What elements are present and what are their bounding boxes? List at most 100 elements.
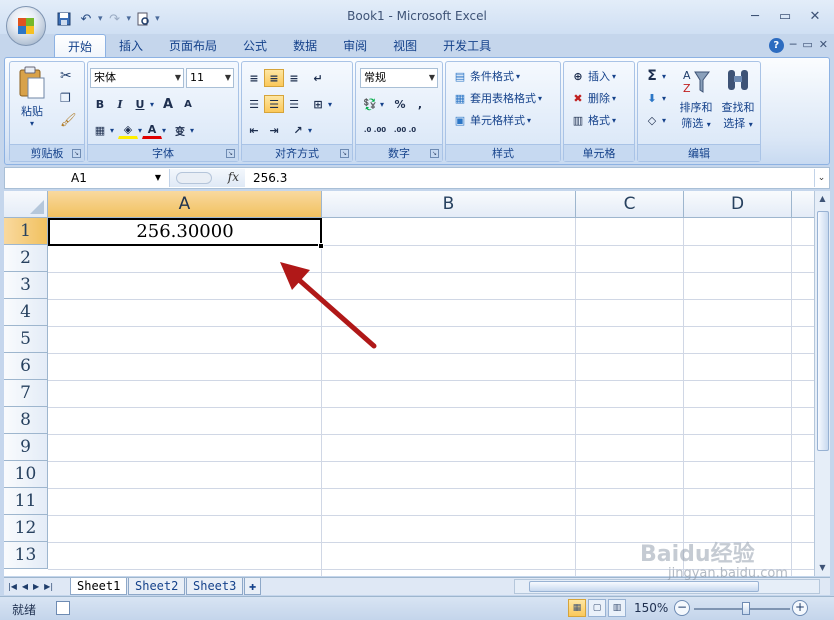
tab-home[interactable]: 开始 bbox=[54, 34, 107, 58]
row-header-4[interactable]: 4 bbox=[4, 299, 48, 326]
align-center-icon[interactable]: ☰ bbox=[264, 95, 284, 113]
tab-insert[interactable]: 插入 bbox=[106, 34, 156, 58]
grow-font-button[interactable]: A bbox=[158, 95, 178, 113]
bold-button[interactable]: B bbox=[90, 95, 110, 113]
copy-button[interactable]: ❐ bbox=[60, 88, 71, 108]
page-break-view-icon[interactable]: ▥ bbox=[608, 599, 626, 617]
font-launcher-icon[interactable]: ↘ bbox=[226, 149, 235, 158]
border-dropdown-icon[interactable]: ▾ bbox=[110, 126, 114, 135]
column-header-a[interactable]: A bbox=[48, 191, 322, 218]
scroll-down-icon[interactable]: ▼ bbox=[815, 560, 830, 576]
row-header-11[interactable]: 11 bbox=[4, 488, 48, 515]
number-launcher-icon[interactable]: ↘ bbox=[430, 149, 439, 158]
formula-splitter[interactable] bbox=[176, 172, 212, 184]
align-right-icon[interactable]: ☰ bbox=[284, 95, 304, 113]
underline-dropdown-icon[interactable]: ▾ bbox=[150, 100, 154, 109]
find-select-button[interactable]: 查找和 选择 ▾ bbox=[718, 66, 758, 131]
ribbon-restore-icon[interactable]: ▭ bbox=[802, 38, 812, 53]
autosum-button[interactable]: Σ ▾ bbox=[642, 66, 666, 86]
macro-record-icon[interactable] bbox=[56, 601, 70, 615]
row-header-7[interactable]: 7 bbox=[4, 380, 48, 407]
align-bottom-icon[interactable]: ≡ bbox=[284, 69, 304, 87]
row-header-13[interactable]: 13 bbox=[4, 542, 48, 569]
merge-dropdown-icon[interactable]: ▾ bbox=[328, 100, 332, 109]
cell-a1[interactable]: 256.30000 bbox=[48, 218, 322, 246]
zoom-out-button[interactable]: − bbox=[674, 600, 690, 616]
next-sheet-icon[interactable]: ▶ bbox=[33, 579, 39, 594]
tab-data[interactable]: 数据 bbox=[280, 34, 330, 58]
increase-decimal-icon[interactable]: .0 .00 bbox=[360, 121, 390, 139]
phonetic-dropdown-icon[interactable]: ▾ bbox=[190, 126, 194, 135]
clear-button[interactable]: ◇ ▾ bbox=[642, 110, 666, 130]
ribbon-minimize-icon[interactable]: ─ bbox=[790, 38, 797, 53]
scroll-up-icon[interactable]: ▲ bbox=[815, 191, 830, 207]
sheet-tab-sheet3[interactable]: Sheet3 bbox=[186, 578, 244, 595]
minimize-button[interactable]: ─ bbox=[742, 6, 768, 26]
row-header-5[interactable]: 5 bbox=[4, 326, 48, 353]
tab-view[interactable]: 视图 bbox=[380, 34, 430, 58]
comma-button[interactable]: , bbox=[410, 95, 430, 113]
row-header-8[interactable]: 8 bbox=[4, 407, 48, 434]
insert-sheet-icon[interactable]: ✚ bbox=[244, 578, 262, 595]
delete-cells-button[interactable]: ✖ 删除 ▾ bbox=[568, 88, 616, 108]
font-color-icon[interactable]: A bbox=[142, 121, 163, 139]
sort-filter-button[interactable]: AZ 排序和 筛选 ▾ bbox=[676, 66, 716, 131]
row-header-10[interactable]: 10 bbox=[4, 461, 48, 488]
expand-formula-icon[interactable]: ⌄ bbox=[814, 169, 828, 187]
fill-handle[interactable] bbox=[318, 243, 324, 249]
help-icon[interactable]: ? bbox=[768, 38, 784, 53]
align-left-icon[interactable]: ☰ bbox=[244, 95, 264, 113]
currency-dropdown-icon[interactable]: ▾ bbox=[380, 100, 384, 109]
row-header-1[interactable]: 1 bbox=[4, 218, 48, 245]
sheet-tab-sheet1[interactable]: Sheet1 bbox=[70, 578, 128, 595]
percent-button[interactable]: % bbox=[390, 95, 410, 113]
fill-color-icon[interactable]: ◈ bbox=[118, 121, 139, 139]
font-size-combo[interactable]: 11 ▼ bbox=[186, 68, 234, 88]
increase-indent-icon[interactable]: ⇥ bbox=[264, 121, 284, 139]
align-top-icon[interactable]: ≡ bbox=[244, 69, 264, 87]
currency-icon[interactable]: 💱 bbox=[360, 95, 380, 113]
wrap-text-icon[interactable]: ↵ bbox=[308, 69, 328, 87]
column-header-b[interactable]: B bbox=[322, 191, 576, 218]
conditional-format-button[interactable]: ▤ 条件格式 ▾ bbox=[450, 66, 520, 86]
fill-button[interactable]: ⬇ ▾ bbox=[642, 88, 666, 108]
column-header-partial[interactable] bbox=[792, 191, 814, 218]
format-as-table-button[interactable]: ▦ 套用表格格式 ▾ bbox=[450, 88, 542, 108]
close-button[interactable]: ✕ bbox=[802, 6, 828, 26]
row-header-12[interactable]: 12 bbox=[4, 515, 48, 542]
horizontal-scrollbar[interactable] bbox=[514, 579, 820, 594]
formula-input[interactable]: 256.3 bbox=[253, 169, 287, 187]
tab-review[interactable]: 审阅 bbox=[330, 34, 380, 58]
normal-view-icon[interactable]: ▦ bbox=[568, 599, 586, 617]
merge-center-icon[interactable]: ⊞ bbox=[308, 95, 328, 113]
column-header-c[interactable]: C bbox=[576, 191, 684, 218]
orientation-dropdown-icon[interactable]: ▾ bbox=[308, 126, 312, 135]
underline-button[interactable]: U bbox=[130, 95, 150, 113]
decrease-decimal-icon[interactable]: .00 .0 bbox=[390, 121, 420, 139]
row-header-6[interactable]: 6 bbox=[4, 353, 48, 380]
border-icon[interactable]: ▦ bbox=[90, 121, 110, 139]
format-cells-button[interactable]: ▥ 格式 ▾ bbox=[568, 110, 616, 130]
align-middle-icon[interactable]: ≡ bbox=[264, 69, 284, 87]
font-color-dropdown-icon[interactable]: ▾ bbox=[162, 126, 166, 135]
orientation-icon[interactable]: ↗ bbox=[288, 121, 308, 139]
paste-dropdown-icon[interactable]: ▾ bbox=[14, 119, 50, 128]
cut-button[interactable]: ✂ bbox=[60, 66, 72, 86]
format-painter-button[interactable]: 🖌 bbox=[60, 110, 77, 130]
zoom-slider-thumb[interactable] bbox=[742, 602, 750, 615]
prev-sheet-icon[interactable]: ◀ bbox=[22, 579, 28, 594]
row-header-2[interactable]: 2 bbox=[4, 245, 48, 272]
vertical-scroll-thumb[interactable] bbox=[817, 211, 829, 451]
cell-styles-button[interactable]: ▣ 单元格样式 ▾ bbox=[450, 110, 531, 130]
insert-cells-button[interactable]: ⊕ 插入 ▾ bbox=[568, 66, 616, 86]
phonetic-icon[interactable]: 变 bbox=[170, 121, 190, 139]
font-name-combo[interactable]: 宋体 ▼ bbox=[90, 68, 184, 88]
tab-developer[interactable]: 开发工具 bbox=[430, 34, 504, 58]
maximize-button[interactable]: ▭ bbox=[772, 6, 798, 26]
tab-page-layout[interactable]: 页面布局 bbox=[156, 34, 230, 58]
horizontal-scroll-thumb[interactable] bbox=[529, 581, 759, 592]
tab-formulas[interactable]: 公式 bbox=[230, 34, 280, 58]
page-layout-view-icon[interactable]: ▢ bbox=[588, 599, 606, 617]
clipboard-launcher-icon[interactable]: ↘ bbox=[72, 149, 81, 158]
ribbon-close-icon[interactable]: ✕ bbox=[819, 38, 828, 53]
